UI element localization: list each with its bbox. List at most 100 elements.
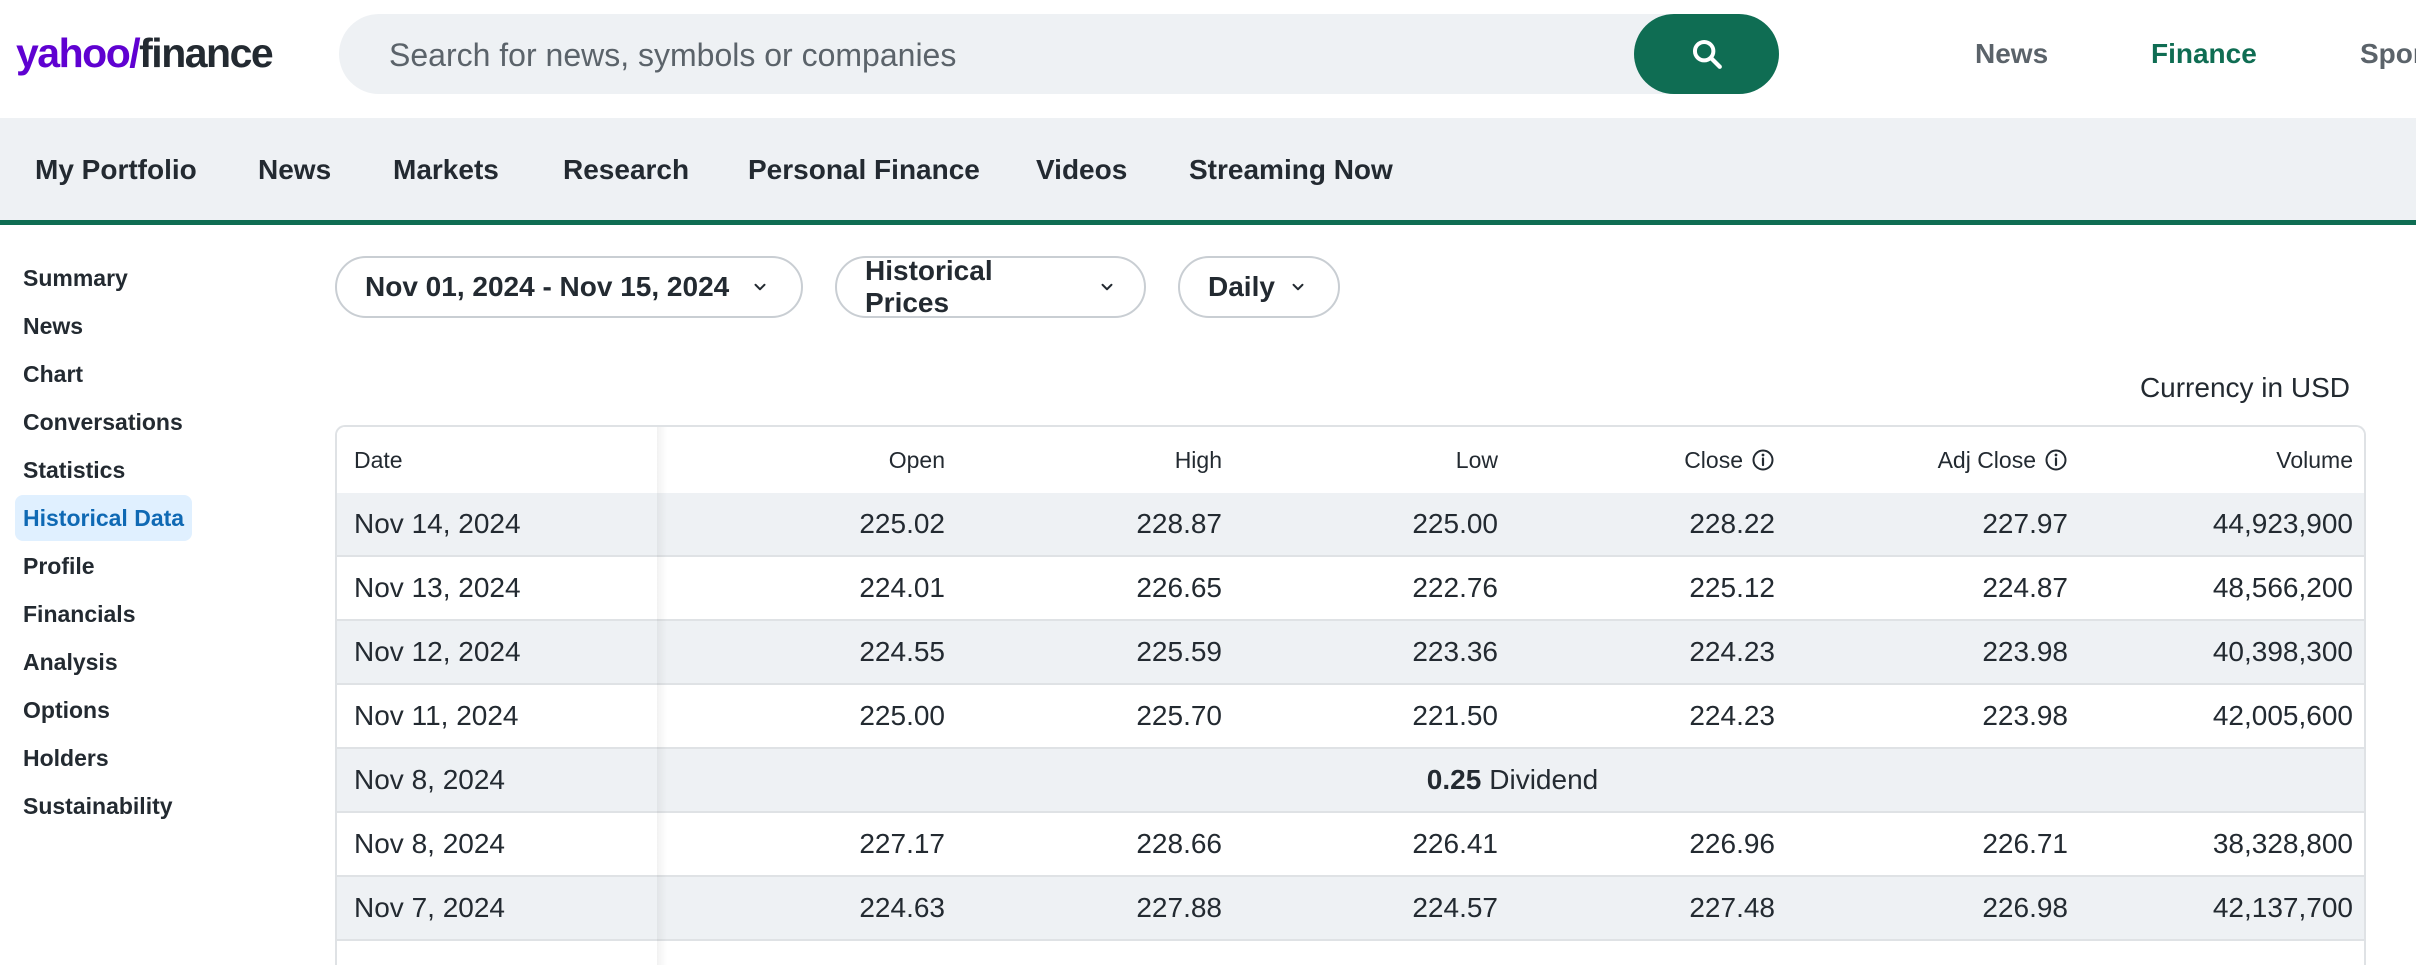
top-nav-news[interactable]: News: [1975, 34, 2048, 74]
subnav-news[interactable]: News: [258, 150, 331, 190]
header-volume: Volume: [2276, 446, 2353, 473]
table-row: Nov 8, 2024 227.17 228.66 226.41 226.96 …: [337, 813, 2364, 877]
subnav-videos[interactable]: Videos: [1036, 150, 1127, 190]
header-close: Close: [1684, 427, 1775, 493]
cell-low: 224.57: [1412, 892, 1498, 923]
cell-volume: 42,005,600: [2212, 700, 2353, 731]
cell-high: 225.59: [1136, 636, 1222, 667]
cell-low: 225.00: [1412, 508, 1498, 539]
price-type-dropdown[interactable]: Historical Prices: [835, 255, 1146, 318]
logo-finance: finance: [139, 30, 274, 76]
cell-date: Nov 11, 2024: [354, 700, 519, 731]
cell-close: 224.23: [1689, 700, 1775, 731]
table-row: Nov 12, 2024 224.55 225.59 223.36 224.23…: [337, 621, 2364, 685]
cell-adj-close: 226.71: [1982, 828, 2068, 859]
cell-close: 228.22: [1689, 508, 1775, 539]
search-input[interactable]: [387, 14, 1621, 96]
cell-volume: 48,566,200: [2212, 572, 2353, 603]
cell-volume: 38,328,800: [2212, 828, 2353, 859]
cell-adj-close: 223.98: [1982, 700, 2068, 731]
cell-adj-close: 223.98: [1982, 636, 2068, 667]
cell-date: Nov 8, 2024: [354, 764, 505, 795]
header-date: Date: [354, 446, 403, 473]
sidebar-item-holders[interactable]: Holders: [23, 743, 109, 773]
cell-low: 221.50: [1412, 700, 1498, 731]
table-header-row: Date Open High Low Close Adj Close Volum…: [337, 427, 2364, 493]
cell-close: 224.23: [1689, 636, 1775, 667]
cell-adj-close: 224.87: [1982, 572, 2068, 603]
cell-open: 224.63: [859, 892, 945, 923]
sidebar-item-sustainability[interactable]: Sustainability: [23, 791, 173, 821]
currency-label: Currency in USD: [2139, 372, 2350, 403]
sidebar-item-chart[interactable]: Chart: [23, 359, 83, 389]
cell-date: Nov 7, 2024: [354, 892, 505, 923]
cell-close: 226.96: [1689, 828, 1775, 859]
top-bar: yahoo/finance News Finance Spor: [0, 0, 2416, 118]
subnav-personal-finance[interactable]: Personal Finance: [748, 150, 980, 190]
subnav-my-portfolio[interactable]: My Portfolio: [35, 150, 197, 190]
cell-volume: 44,923,900: [2212, 508, 2353, 539]
table-row: Nov 11, 2024 225.00 225.70 221.50 224.23…: [337, 685, 2364, 749]
logo-yahoo: yahoo: [16, 30, 131, 76]
sidebar-item-summary[interactable]: Summary: [23, 263, 128, 293]
chevron-down-icon: [1098, 278, 1116, 296]
header-adj-close-label: Adj Close: [1937, 446, 2036, 473]
info-icon[interactable]: [2044, 448, 2068, 472]
dividend-note: 0.25 Dividend: [657, 749, 2364, 811]
cell-volume: 40,398,300: [2212, 636, 2353, 667]
cell-date: Nov 12, 2024: [354, 636, 521, 667]
subnav-streaming-now[interactable]: Streaming Now: [1189, 150, 1393, 190]
sidebar-item-analysis[interactable]: Analysis: [23, 647, 118, 677]
cell-low: 223.36: [1412, 636, 1498, 667]
cell-open: 227.17: [859, 828, 945, 859]
header-high: High: [1174, 446, 1222, 473]
cell-open: 224.55: [859, 636, 945, 667]
cell-high: 225.70: [1136, 700, 1222, 731]
cell-date: Nov 13, 2024: [354, 572, 521, 603]
info-icon[interactable]: [1751, 448, 1775, 472]
top-nav-finance[interactable]: Finance: [2151, 34, 2257, 74]
cell-low: 226.41: [1412, 828, 1498, 859]
cell-date: Nov 14, 2024: [354, 508, 521, 539]
top-nav-sports[interactable]: Spor: [2360, 34, 2416, 74]
historical-prices-table: Date Open High Low Close Adj Close Volum…: [335, 425, 2366, 965]
header-low: Low: [1455, 446, 1498, 473]
header-adj-close: Adj Close: [1938, 427, 2068, 493]
date-range-dropdown[interactable]: Nov 01, 2024 - Nov 15, 2024: [335, 256, 803, 318]
cell-volume: 42,137,700: [2212, 892, 2353, 923]
table-row-dividend: Nov 8, 2024 0.25 Dividend: [337, 749, 2364, 813]
sidebar-item-news[interactable]: News: [23, 311, 83, 341]
sidebar-item-options[interactable]: Options: [23, 695, 110, 725]
cell-high: 227.88: [1136, 892, 1222, 923]
chevron-down-icon: [1289, 278, 1307, 296]
search-bar: [339, 14, 1779, 96]
sidebar-item-conversations[interactable]: Conversations: [23, 407, 183, 437]
yahoo-finance-logo[interactable]: yahoo/finance: [16, 28, 274, 78]
table-row: Nov 7, 2024 224.63 227.88 224.57 227.48 …: [337, 877, 2364, 941]
cell-date: Nov 8, 2024: [354, 828, 505, 859]
subnav-research[interactable]: Research: [563, 150, 689, 190]
table-row: Nov 13, 2024 224.01 226.65 222.76 225.12…: [337, 557, 2364, 621]
table-row: Nov 14, 2024 225.02 228.87 225.00 228.22…: [337, 493, 2364, 557]
dividend-amount: 0.25: [1426, 764, 1482, 795]
search-icon: [1692, 39, 1722, 69]
chevron-down-icon: [751, 278, 769, 296]
date-range-label: Nov 01, 2024 - Nov 15, 2024: [365, 271, 730, 302]
dividend-label: Dividend: [1489, 764, 1599, 795]
frequency-dropdown[interactable]: Daily: [1178, 256, 1340, 318]
cell-open: 225.00: [859, 700, 945, 731]
sidebar-item-profile[interactable]: Profile: [23, 551, 95, 581]
cell-adj-close: 227.97: [1982, 508, 2068, 539]
cell-low: 222.76: [1412, 572, 1498, 603]
cell-close: 225.12: [1689, 572, 1775, 603]
cell-high: 226.65: [1136, 572, 1222, 603]
search-button[interactable]: [1634, 14, 1779, 94]
logo-slash: /: [129, 30, 140, 76]
subnav-markets[interactable]: Markets: [393, 150, 499, 190]
sidebar-item-historical-data[interactable]: Historical Data: [15, 495, 193, 541]
cell-open: 225.02: [859, 508, 945, 539]
sidebar-item-financials[interactable]: Financials: [23, 599, 135, 629]
frequency-label: Daily: [1208, 271, 1275, 302]
sidebar-item-statistics[interactable]: Statistics: [23, 455, 125, 485]
cell-high: 228.87: [1136, 508, 1222, 539]
